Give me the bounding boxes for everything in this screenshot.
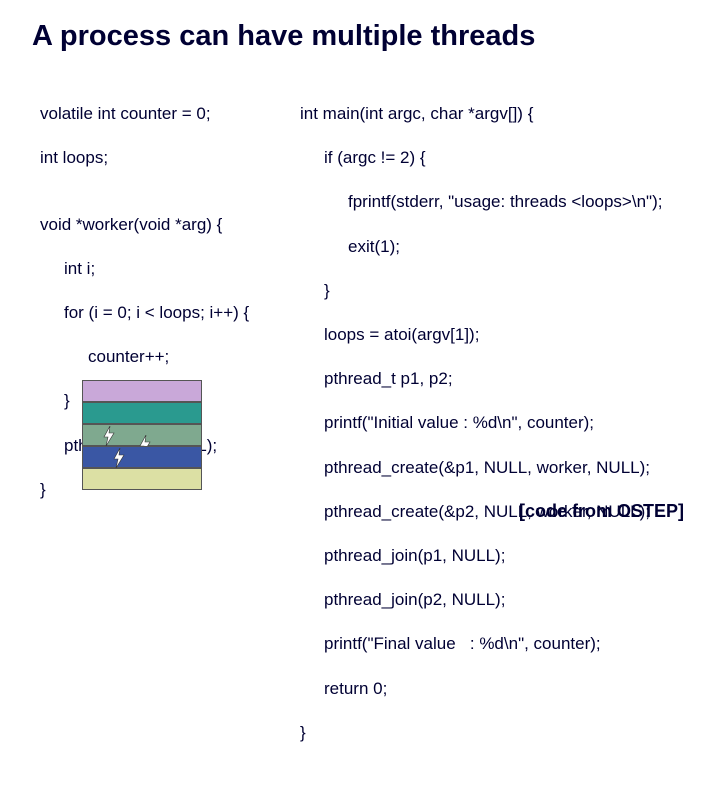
code-line: int loops; (40, 147, 320, 169)
segment-tan (82, 468, 202, 490)
code-line: return 0; (300, 678, 710, 700)
page-title: A process can have multiple threads (0, 0, 720, 53)
code-line: pthread_create(&p1, NULL, worker, NULL); (300, 457, 710, 479)
content-area: volatile int counter = 0; int loops; voi… (0, 53, 720, 77)
segment-mid (82, 424, 202, 446)
segment-teal (82, 402, 202, 424)
main-code: int main(int argc, char *argv[]) { if (a… (300, 81, 710, 788)
code-line: pthread_join(p1, NULL); (300, 545, 710, 567)
code-line: if (argc != 2) { (300, 147, 710, 169)
code-line: } (300, 280, 710, 302)
code-line: int main(int argc, char *argv[]) { (300, 103, 710, 125)
code-line: } (300, 722, 710, 744)
memory-layout-diagram (82, 380, 202, 490)
lightning-bolt-icon (101, 426, 117, 446)
code-line: for (i = 0; i < loops; i++) { (40, 302, 320, 324)
segment-top (82, 380, 202, 402)
code-line: volatile int counter = 0; (40, 103, 320, 125)
code-line: loops = atoi(argv[1]); (300, 324, 710, 346)
right-code-column: int main(int argc, char *argv[]) { if (a… (300, 81, 710, 788)
lightning-bolt-icon (111, 448, 127, 468)
code-line: void *worker(void *arg) { (40, 214, 320, 236)
code-line: counter++; (40, 346, 320, 368)
code-line: printf("Final value : %d\n", counter); (300, 633, 710, 655)
code-line: pthread_join(p2, NULL); (300, 589, 710, 611)
code-line: exit(1); (300, 236, 710, 258)
code-line: pthread_t p1, p2; (300, 368, 710, 390)
segment-blue (82, 446, 202, 468)
code-line: fprintf(stderr, "usage: threads <loops>\… (300, 191, 710, 213)
attribution-text: [code from OSTEP] (519, 501, 684, 522)
code-line: printf("Initial value : %d\n", counter); (300, 412, 710, 434)
code-line: int i; (40, 258, 320, 280)
